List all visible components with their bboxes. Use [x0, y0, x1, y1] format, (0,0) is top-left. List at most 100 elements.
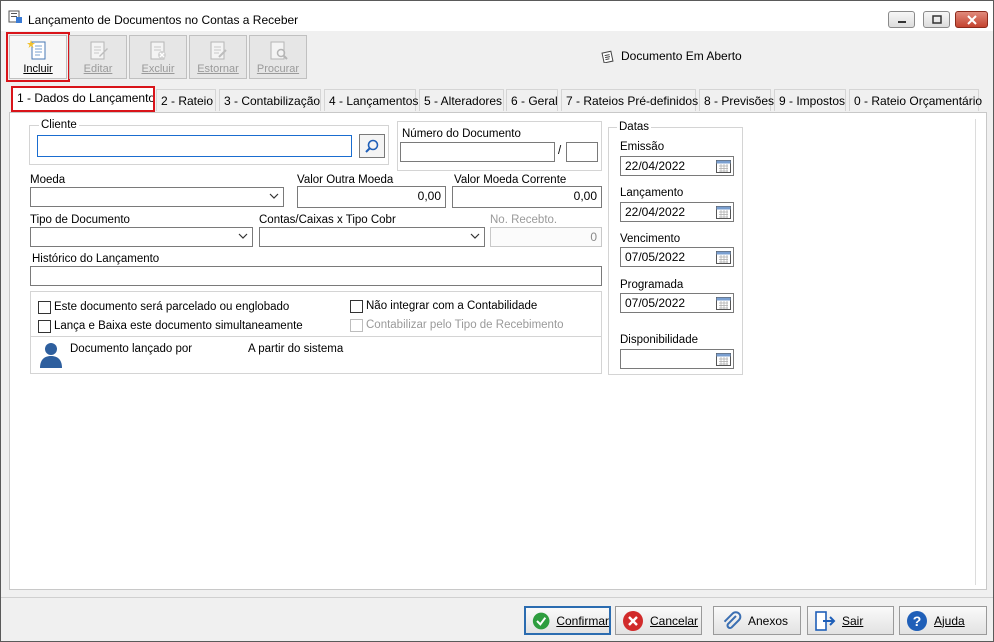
minimize-button[interactable] [888, 11, 915, 28]
document-status-icon [601, 50, 614, 63]
cliente-input[interactable] [37, 135, 352, 157]
emissao-date-input[interactable]: 22/04/2022 [620, 156, 734, 176]
tab-rateios-predefinidos[interactable]: 7 - Rateios Pré-definidos [561, 89, 698, 111]
ajuda-button[interactable]: ? Ajuda [899, 606, 987, 635]
valor-moeda-corrente-input[interactable]: 0,00 [452, 186, 602, 208]
tab-impostos[interactable]: 9 - Impostos [774, 89, 846, 111]
tipo-documento-select[interactable] [30, 227, 253, 247]
numero-documento-input[interactable] [400, 142, 555, 162]
search-document-icon [270, 41, 288, 60]
numero-separator: / [558, 145, 562, 157]
incluir-button[interactable]: Incluir [6, 32, 70, 82]
title-bar: Lançamento de Documentos no Contas a Rec… [1, 1, 993, 31]
moeda-select[interactable] [30, 187, 284, 207]
lancado-por-group [30, 336, 602, 374]
vencimento-date-input[interactable]: 07/05/2022 [620, 247, 734, 267]
tab-rateio-orcamentario[interactable]: 0 - Rateio Orçamentário [849, 89, 982, 111]
delete-document-icon [150, 41, 166, 60]
estornar-button[interactable]: Estornar [189, 35, 247, 79]
chevron-down-icon [470, 233, 480, 239]
search-icon [365, 139, 379, 153]
help-icon: ? [907, 610, 927, 631]
confirmar-label: Confirmar [556, 613, 609, 628]
moeda-label: Moeda [30, 174, 66, 186]
procurar-button[interactable]: Procurar [249, 35, 307, 79]
contas-caixas-select[interactable] [259, 227, 485, 247]
bottom-button-bar: Confirmar Cancelar Anexos Sair ? Ajuda [1, 597, 993, 641]
tipo-documento-label: Tipo de Documento [30, 214, 130, 226]
lanca-baixa-checkbox[interactable] [38, 320, 51, 333]
programada-date-input[interactable]: 07/05/2022 [620, 293, 734, 313]
tab-rateio[interactable]: 2 - Rateio [156, 89, 216, 111]
chevron-down-icon [238, 233, 248, 239]
new-document-icon [27, 40, 46, 60]
cancelar-button[interactable]: Cancelar [615, 606, 702, 635]
programada-value: 07/05/2022 [625, 296, 686, 310]
valor-outra-moeda-label: Valor Outra Moeda [297, 174, 394, 186]
app-icon [8, 10, 22, 23]
vencimento-label: Vencimento [620, 233, 681, 245]
sair-button[interactable]: Sair [807, 606, 894, 635]
maximize-icon [931, 14, 942, 24]
no-recebto-input: 0 [490, 227, 602, 247]
paperclip-icon [723, 610, 742, 629]
anexos-button[interactable]: Anexos [713, 606, 801, 635]
tab-lancamentos[interactable]: 4 - Lançamentos [324, 89, 418, 111]
disponibilidade-date-input[interactable] [620, 349, 734, 369]
tab-strip: 1 - Dados do Lançamento 2 - Rateio 3 - C… [9, 86, 991, 112]
contas-caixas-label: Contas/Caixas x Tipo Cobr [259, 214, 396, 226]
calendar-icon[interactable] [716, 352, 731, 366]
toolbar: Incluir Editar Excluir Estornar Procurar… [1, 31, 993, 83]
calendar-icon[interactable] [716, 159, 731, 173]
cliente-label: Cliente [39, 119, 79, 131]
emissao-value: 22/04/2022 [625, 159, 686, 173]
procurar-label: Procurar [256, 63, 300, 75]
lancamento-date-input[interactable]: 22/04/2022 [620, 202, 734, 222]
historico-input[interactable] [30, 266, 602, 286]
vencimento-value: 07/05/2022 [625, 250, 686, 264]
cancel-circle-icon [623, 610, 643, 631]
exit-door-icon [815, 610, 836, 631]
valor-outra-moeda-input[interactable]: 0,00 [297, 186, 446, 208]
editar-label: Editar [83, 63, 113, 75]
parcelado-checkbox[interactable] [38, 301, 51, 314]
cancelar-label: Cancelar [650, 613, 699, 628]
calendar-icon[interactable] [716, 205, 731, 219]
historico-label: Histórico do Lançamento [32, 253, 160, 265]
tab-dados-lancamento[interactable]: 1 - Dados do Lançamento [11, 86, 155, 112]
lanca-baixa-label: Lança e Baixa este documento simultaneam… [54, 320, 303, 332]
form-area: Cliente Número do Documento / Moeda Valo… [20, 119, 976, 585]
nao-integrar-label: Não integrar com a Contabilidade [366, 300, 538, 312]
confirmar-button[interactable]: Confirmar [524, 606, 611, 635]
programada-label: Programada [620, 279, 684, 291]
app-window: Lançamento de Documentos no Contas a Rec… [0, 0, 994, 642]
disponibilidade-label: Disponibilidade [620, 334, 698, 346]
numero-documento-suffix-input[interactable] [566, 142, 598, 162]
excluir-button[interactable]: Excluir [129, 35, 187, 79]
datas-title: Datas [617, 121, 652, 133]
chevron-down-icon [269, 193, 279, 199]
cliente-search-button[interactable] [359, 134, 385, 158]
lancado-por-label: Documento lançado por [70, 343, 193, 355]
edit-document-icon [90, 41, 108, 60]
maximize-button[interactable] [923, 11, 950, 28]
tab-alteradores[interactable]: 5 - Alteradores [419, 89, 504, 111]
tab-contabilizacao[interactable]: 3 - Contabilização [219, 89, 321, 111]
contabilizar-label: Contabilizar pelo Tipo de Recebimento [366, 319, 564, 331]
close-window-button[interactable] [955, 11, 988, 28]
editar-button[interactable]: Editar [69, 35, 127, 79]
emissao-label: Emissão [620, 141, 665, 153]
parcelado-label: Este documento será parcelado ou engloba… [54, 301, 290, 313]
calendar-icon[interactable] [716, 296, 731, 310]
ajuda-label: Ajuda [934, 613, 965, 628]
lancamento-value: 22/04/2022 [625, 205, 686, 219]
anexos-label: Anexos [748, 613, 789, 628]
calendar-icon[interactable] [716, 250, 731, 264]
nao-integrar-checkbox[interactable] [350, 300, 363, 313]
svg-text:?: ? [913, 613, 922, 629]
tab-geral[interactable]: 6 - Geral [506, 89, 558, 111]
tab-previsoes[interactable]: 8 - Previsões [699, 89, 774, 111]
document-status: Documento Em Aberto [601, 49, 742, 63]
contabilizar-checkbox [350, 319, 363, 332]
sair-label: Sair [842, 613, 864, 628]
